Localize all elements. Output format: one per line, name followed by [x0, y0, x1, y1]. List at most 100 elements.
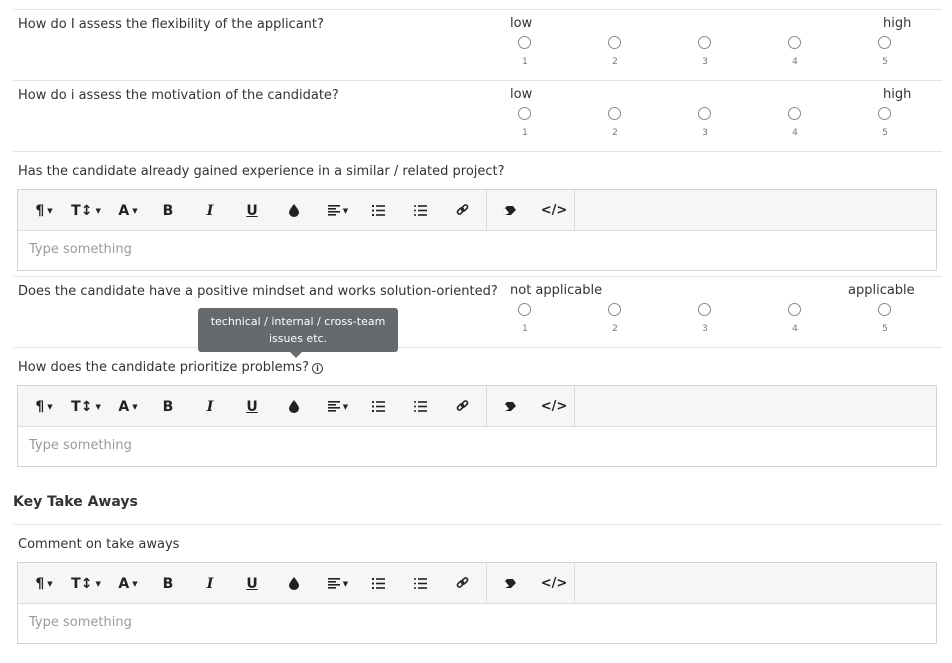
color-icon[interactable]: [284, 190, 304, 231]
paragraph-icon[interactable]: ¶ ▼: [30, 386, 58, 427]
italic-icon[interactable]: I: [200, 563, 220, 604]
align-icon[interactable]: ▼: [323, 563, 353, 604]
question-take-aways: Comment on take aways: [18, 537, 180, 552]
question-flexibility: How do I assess the flexibility of the a…: [18, 17, 324, 32]
align-icon[interactable]: ▼: [323, 190, 353, 231]
scale-low-label: low: [510, 87, 533, 102]
underline-icon[interactable]: U: [242, 190, 262, 231]
paragraph-icon[interactable]: ¶ ▼: [30, 190, 58, 231]
radio-flexibility-3[interactable]: [698, 36, 711, 49]
scale-number: 3: [702, 324, 708, 334]
font-size-icon[interactable]: T↕ ▼: [71, 190, 101, 231]
radio-mindset-1[interactable]: [518, 303, 531, 316]
font-family-icon[interactable]: A ▼: [114, 563, 142, 604]
scale-high-label: high: [883, 87, 912, 102]
scale-number: 5: [882, 324, 888, 334]
scale-high-label: applicable: [848, 283, 915, 298]
underline-icon[interactable]: U: [242, 386, 262, 427]
question-mindset: Does the candidate have a positive minds…: [18, 284, 498, 299]
font-family-icon[interactable]: A ▼: [114, 190, 142, 231]
radio-flexibility-5[interactable]: [878, 36, 891, 49]
tooltip-line: technical / internal / cross-team: [210, 315, 386, 328]
radio-motivation-3[interactable]: [698, 107, 711, 120]
scale-high-label: high: [883, 16, 912, 31]
radio-flexibility-1[interactable]: [518, 36, 531, 49]
scale-number: 3: [702, 57, 708, 67]
divider: [13, 524, 942, 525]
link-icon[interactable]: [452, 190, 472, 231]
scale-number: 2: [612, 57, 618, 67]
scale-number: 2: [612, 128, 618, 138]
radio-mindset-3[interactable]: [698, 303, 711, 316]
rich-text-editor-take-aways: ¶ ▼ T↕ ▼ A ▼ B I U ▼ </> Type something: [17, 562, 937, 644]
scale-number: 4: [792, 57, 798, 67]
radio-mindset-5[interactable]: [878, 303, 891, 316]
bold-icon[interactable]: B: [158, 386, 178, 427]
radio-mindset-2[interactable]: [608, 303, 621, 316]
underline-icon[interactable]: U: [242, 563, 262, 604]
unordered-list-icon[interactable]: [410, 386, 430, 427]
question-motivation: How do i assess the motivation of the ca…: [18, 88, 339, 103]
tooltip: technical / internal / cross-team issues…: [198, 308, 398, 358]
rich-text-editor-experience: ¶ ▼ T↕ ▼ A ▼ B I U ▼ </> Type something: [17, 189, 937, 271]
ordered-list-icon[interactable]: [368, 386, 388, 427]
eraser-icon[interactable]: [499, 386, 519, 427]
font-family-icon[interactable]: A ▼: [114, 386, 142, 427]
editor-placeholder[interactable]: Type something: [29, 438, 132, 453]
divider: [13, 80, 942, 81]
editor-placeholder[interactable]: Type something: [29, 242, 132, 257]
link-icon[interactable]: [452, 386, 472, 427]
ordered-list-icon[interactable]: [368, 563, 388, 604]
rich-text-editor-prioritize: ¶ ▼ T↕ ▼ A ▼ B I U ▼ </> Type something: [17, 385, 937, 467]
radio-motivation-2[interactable]: [608, 107, 621, 120]
editor-toolbar: ¶ ▼ T↕ ▼ A ▼ B I U ▼ </>: [18, 563, 936, 604]
scale-number: 1: [522, 324, 528, 334]
color-icon[interactable]: [284, 563, 304, 604]
code-view-icon[interactable]: </>: [541, 190, 568, 231]
font-size-icon[interactable]: T↕ ▼: [71, 563, 101, 604]
toolbar-separator: [574, 190, 575, 231]
divider: [13, 347, 942, 348]
link-icon[interactable]: [452, 563, 472, 604]
code-view-icon[interactable]: </>: [541, 386, 568, 427]
radio-flexibility-4[interactable]: [788, 36, 801, 49]
align-icon[interactable]: ▼: [323, 386, 353, 427]
code-view-icon[interactable]: </>: [541, 563, 568, 604]
toolbar-separator: [486, 563, 487, 604]
section-title: Key Take Aways: [13, 494, 138, 510]
divider: [13, 9, 942, 10]
toolbar-separator: [486, 190, 487, 231]
scale-number: 5: [882, 57, 888, 67]
radio-motivation-4[interactable]: [788, 107, 801, 120]
scale-number: 5: [882, 128, 888, 138]
radio-motivation-5[interactable]: [878, 107, 891, 120]
editor-toolbar: ¶ ▼ T↕ ▼ A ▼ B I U ▼ </>: [18, 386, 936, 427]
color-icon[interactable]: [284, 386, 304, 427]
italic-icon[interactable]: I: [200, 190, 220, 231]
scale-number: 3: [702, 128, 708, 138]
info-icon[interactable]: i: [311, 363, 323, 374]
radio-mindset-4[interactable]: [788, 303, 801, 316]
bold-icon[interactable]: B: [158, 563, 178, 604]
question-prioritize-label: How does the candidate prioritize proble…: [18, 360, 309, 375]
eraser-icon[interactable]: [499, 190, 519, 231]
toolbar-separator: [486, 386, 487, 427]
scale-number: 1: [522, 128, 528, 138]
font-size-icon[interactable]: T↕ ▼: [71, 386, 101, 427]
bold-icon[interactable]: B: [158, 190, 178, 231]
unordered-list-icon[interactable]: [410, 190, 430, 231]
toolbar-separator: [574, 386, 575, 427]
scale-number: 4: [792, 324, 798, 334]
scale-low-label: not applicable: [510, 283, 603, 298]
unordered-list-icon[interactable]: [410, 563, 430, 604]
scale-number: 2: [612, 324, 618, 334]
ordered-list-icon[interactable]: [368, 190, 388, 231]
radio-motivation-1[interactable]: [518, 107, 531, 120]
eraser-icon[interactable]: [499, 563, 519, 604]
divider: [13, 151, 942, 152]
paragraph-icon[interactable]: ¶ ▼: [30, 563, 58, 604]
radio-flexibility-2[interactable]: [608, 36, 621, 49]
italic-icon[interactable]: I: [200, 386, 220, 427]
editor-placeholder[interactable]: Type something: [29, 615, 132, 630]
editor-toolbar: ¶ ▼ T↕ ▼ A ▼ B I U ▼ </>: [18, 190, 936, 231]
